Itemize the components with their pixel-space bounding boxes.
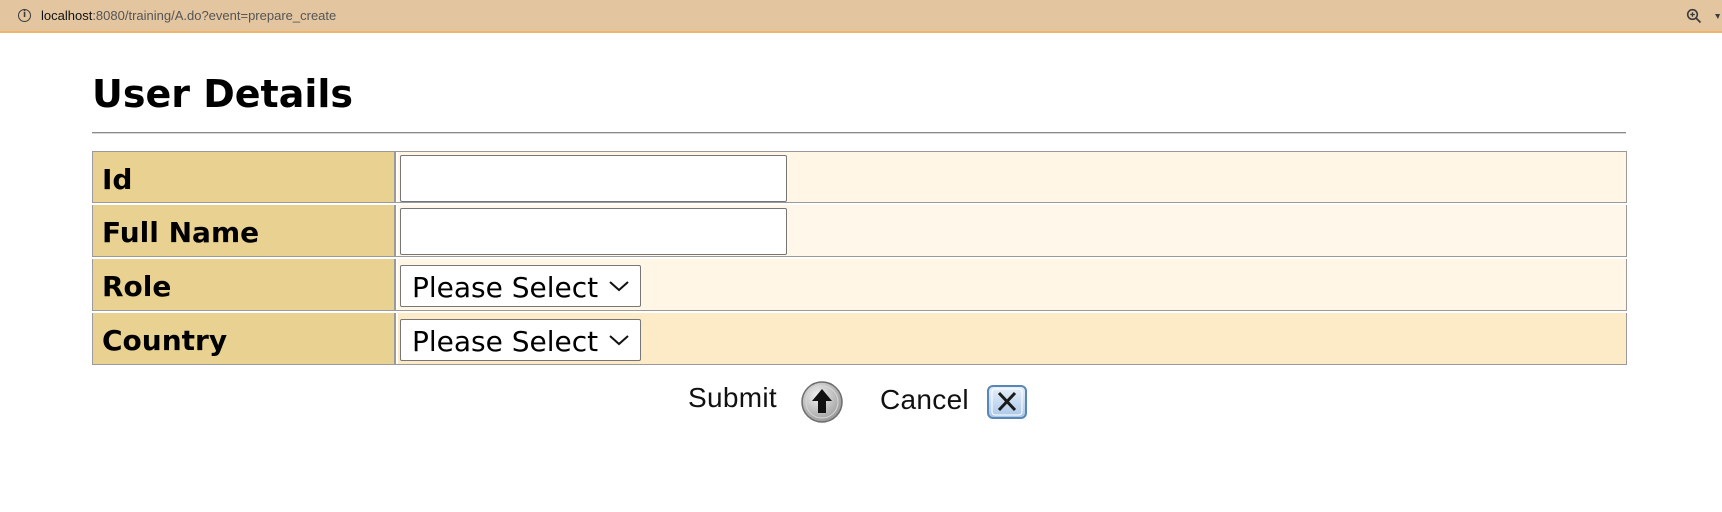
- full-name-label: Full Name: [102, 216, 260, 249]
- id-label: Id: [102, 163, 133, 196]
- role-select[interactable]: Please Select: [400, 265, 641, 307]
- cancel-label: Cancel: [880, 384, 969, 415]
- user-details-form: Id Full Name Role Please Select Country: [92, 151, 1627, 367]
- role-selected-value: Please Select: [412, 271, 599, 304]
- close-box-icon: [987, 385, 1027, 419]
- country-select[interactable]: Please Select: [400, 319, 641, 361]
- info-icon[interactable]: i: [18, 9, 31, 22]
- form-row-id: Id: [92, 151, 1627, 203]
- value-cell-full-name: [398, 205, 1626, 256]
- submit-label: Submit: [688, 382, 777, 413]
- label-cell-full-name: Full Name: [93, 205, 396, 256]
- url-path: :8080/training/A.do?event=prepare_create: [92, 8, 337, 23]
- title-divider: [92, 132, 1626, 134]
- page-title: User Details: [92, 72, 354, 116]
- value-cell-id: [398, 152, 1626, 202]
- label-cell-role: Role: [93, 259, 396, 310]
- form-row-full-name: Full Name: [92, 205, 1627, 257]
- form-row-country: Country Please Select: [92, 313, 1627, 365]
- submit-button[interactable]: Submit: [688, 380, 844, 424]
- url-text[interactable]: localhost:8080/training/A.do?event=prepa…: [41, 8, 336, 23]
- country-selected-value: Please Select: [412, 325, 599, 358]
- zoom-icon[interactable]: [1686, 8, 1702, 24]
- country-label: Country: [102, 324, 228, 357]
- arrow-up-circle-icon: [801, 381, 843, 423]
- label-cell-country: Country: [93, 313, 396, 364]
- full-name-input[interactable]: [400, 208, 787, 255]
- form-row-role: Role Please Select: [92, 259, 1627, 311]
- chevron-down-icon: [609, 281, 629, 292]
- role-label: Role: [102, 270, 172, 303]
- id-input[interactable]: [400, 155, 787, 202]
- extension-icon[interactable]: [1714, 10, 1722, 24]
- chevron-down-icon: [609, 335, 629, 346]
- browser-address-bar[interactable]: i localhost:8080/training/A.do?event=pre…: [0, 0, 1722, 33]
- value-cell-country: Please Select: [398, 313, 1626, 364]
- url-host: localhost: [41, 8, 93, 23]
- label-cell-id: Id: [93, 152, 396, 202]
- value-cell-role: Please Select: [398, 259, 1626, 310]
- cancel-button[interactable]: Cancel: [880, 380, 1030, 424]
